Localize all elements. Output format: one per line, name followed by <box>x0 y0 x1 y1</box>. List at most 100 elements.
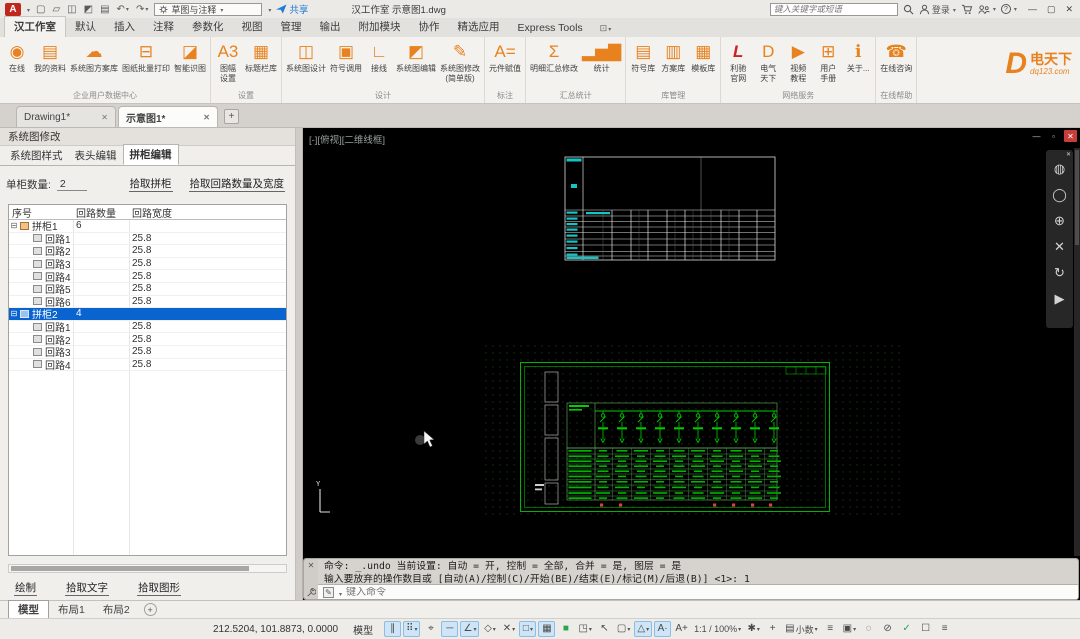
nav-tool-button[interactable]: ◯ <box>1050 185 1070 204</box>
file-tab[interactable]: Drawing1* ✕ <box>16 106 116 127</box>
palette-tab[interactable]: 拼柜编辑 <box>123 144 179 165</box>
ribbon-button[interactable]: ⊞ 用户 手册 <box>813 38 843 83</box>
quick-access-button[interactable]: ◩ <box>83 4 94 15</box>
status-toggle[interactable]: 1:1 / 100% <box>692 621 743 637</box>
status-toggle[interactable]: ▢ <box>615 621 632 637</box>
nav-tool-button[interactable]: ↻ <box>1050 263 1070 282</box>
status-toggle[interactable]: ⊘ <box>879 621 896 637</box>
quick-access-button[interactable]: ▤ <box>99 4 110 15</box>
layout-tab[interactable]: 模型 <box>8 600 49 619</box>
status-toggle[interactable]: ◌ <box>860 621 877 637</box>
status-toggle[interactable]: ∥ <box>384 621 401 637</box>
command-input[interactable] <box>346 587 1073 598</box>
drawing-minimize-button[interactable]: — <box>1030 130 1043 142</box>
status-toggle[interactable]: + <box>764 621 781 637</box>
command-line-dock[interactable]: ✕ 命令: _.undo 当前设置: 自动 = 开, 控制 = 全部, 合并 =… <box>303 558 1079 600</box>
status-toggle[interactable]: △ <box>634 621 652 637</box>
help-button[interactable]: ? <box>1001 4 1017 14</box>
palette-grip[interactable] <box>296 128 303 600</box>
ribbon-button[interactable]: D 电气 天下 <box>753 38 783 83</box>
share-button[interactable]: 共享 <box>276 2 308 16</box>
status-toggle[interactable]: ◇ <box>481 621 498 637</box>
status-toggle[interactable]: ☐ <box>917 621 934 637</box>
ribbon-button[interactable]: ℹ 关于... <box>843 38 873 74</box>
layout-tab[interactable]: 布局1 <box>49 601 94 618</box>
status-toggle[interactable]: ▣ <box>841 621 858 637</box>
ribbon-button[interactable]: ✎ 系统图修改 (简单版) <box>438 38 482 83</box>
status-toggle[interactable]: ↖ <box>596 621 613 637</box>
circuit-table[interactable]: 序号 回路数量 回路宽度 ⊟ 拼柜1 6 <box>8 204 287 556</box>
ribbon-button[interactable]: ◫ 系统图设计 <box>284 38 328 74</box>
ribbon-button[interactable]: ◩ 系统图编辑 <box>394 38 438 74</box>
nav-tool-button[interactable]: ◍ <box>1050 159 1070 178</box>
ribbon-button[interactable]: ▶ 视频 教程 <box>783 38 813 83</box>
status-toggle[interactable]: ▦ <box>538 621 555 637</box>
status-toggle[interactable]: A· <box>654 621 671 637</box>
sign-in-button[interactable]: 登录 <box>919 3 956 16</box>
stay-connected-button[interactable] <box>978 4 996 15</box>
ribbon-button[interactable]: ◉ 在线 <box>2 38 32 74</box>
minimize-button[interactable]: — <box>1028 4 1037 15</box>
quick-access-button[interactable]: ↷ <box>135 4 149 15</box>
app-logo-icon[interactable]: A <box>5 3 21 16</box>
ribbon-tab[interactable]: 视图 <box>233 17 272 37</box>
qat-customize-arrow-icon[interactable] <box>267 4 271 15</box>
ribbon-button[interactable]: ▤ 符号库 <box>628 38 658 74</box>
status-toggle[interactable]: □ <box>519 621 536 637</box>
search-button[interactable] <box>903 4 914 15</box>
status-toggle[interactable]: ≡ <box>822 621 839 637</box>
ribbon-button[interactable]: ▦ 标题栏库 <box>243 38 279 74</box>
viewport-controls[interactable]: [-][俯视][二维线框] <box>309 132 385 146</box>
brand-logo[interactable]: D 电天下 dq123.com <box>999 37 1080 103</box>
palette-action-button[interactable]: 拾取文字 <box>65 580 109 596</box>
ribbon-button[interactable]: ▦ 模板库 <box>688 38 718 74</box>
palette-tab[interactable]: 系统图样式 <box>4 146 69 165</box>
ribbon-button[interactable]: ⊟ 图纸批量打印 <box>120 38 172 74</box>
drawing-canvas[interactable]: [-][俯视][二维线框] — ▫ ✕ ✕ ◍ ◯ ⊕ ✕ ↻ ▶ <box>303 128 1080 600</box>
ribbon-tab[interactable]: 管理 <box>272 17 311 37</box>
ribbon-button[interactable]: Σ 明细汇总修改 <box>528 38 580 74</box>
wrench-icon[interactable] <box>306 587 316 597</box>
search-input[interactable] <box>770 3 898 16</box>
vertical-scrollbar[interactable] <box>1074 148 1080 556</box>
restore-button[interactable]: ▢ <box>1047 4 1056 15</box>
palette-tab[interactable]: 表头编辑 <box>69 146 123 165</box>
status-toggle[interactable]: ◳ <box>576 621 593 637</box>
navbar-close-icon[interactable]: ✕ <box>1066 151 1071 158</box>
status-toggle[interactable]: ■ <box>557 621 574 637</box>
quick-access-button[interactable]: ◫ <box>66 4 77 15</box>
tree-expand-icon[interactable]: ⊟ <box>9 309 19 318</box>
status-toggle[interactable]: ✕ <box>500 621 517 637</box>
quick-access-button[interactable]: ▢ <box>35 4 46 15</box>
command-close-icon[interactable]: ✕ <box>308 561 315 570</box>
status-toggle[interactable]: ✱ <box>745 621 762 637</box>
quick-access-button[interactable]: ▱ <box>51 4 61 15</box>
cad-drawing[interactable]: Y <box>303 128 1080 600</box>
close-button[interactable]: ✕ <box>1065 4 1073 15</box>
ribbon-tab[interactable]: 参数化 <box>183 17 233 37</box>
layout-tab[interactable]: 布局2 <box>94 601 139 618</box>
quick-access-button[interactable]: ↶ <box>116 4 130 15</box>
table-row[interactable]: 回路4 25.8 <box>9 359 286 372</box>
ribbon-button[interactable]: A3 图幅 设置 <box>213 38 243 83</box>
status-toggle[interactable]: A+ <box>673 621 690 637</box>
cabinet-count-field[interactable]: 2 <box>57 178 87 191</box>
app-store-button[interactable] <box>961 4 973 15</box>
ribbon-button[interactable]: ☎ 在线咨询 <box>878 38 914 74</box>
status-toggle[interactable]: ▤ 小数 <box>783 621 819 637</box>
pick-button[interactable]: 拾取回路数量及宽度 <box>189 176 286 192</box>
pick-button[interactable]: 拾取拼柜 <box>129 176 173 192</box>
close-tab-icon[interactable]: ✕ <box>203 113 210 122</box>
ribbon-button[interactable]: ▤ 我的资料 <box>32 38 68 74</box>
ribbon-tab[interactable]: Express Tools <box>509 20 592 37</box>
status-toggle[interactable]: ⠿ <box>403 621 420 637</box>
status-toggle[interactable]: ✓ <box>898 621 915 637</box>
nav-tool-button[interactable]: ✕ <box>1050 237 1070 256</box>
command-dock-grip[interactable]: ✕ <box>304 559 318 599</box>
status-toggle[interactable]: ∠ <box>460 621 479 637</box>
palette-action-button[interactable]: 绘制 <box>14 580 37 596</box>
ribbon-tab[interactable]: 精选应用 <box>449 17 509 37</box>
ribbon-tab[interactable]: 输出 <box>311 17 350 37</box>
recent-commands-arrow-icon[interactable] <box>338 583 342 600</box>
palette-action-button[interactable]: 拾取图形 <box>137 580 181 596</box>
